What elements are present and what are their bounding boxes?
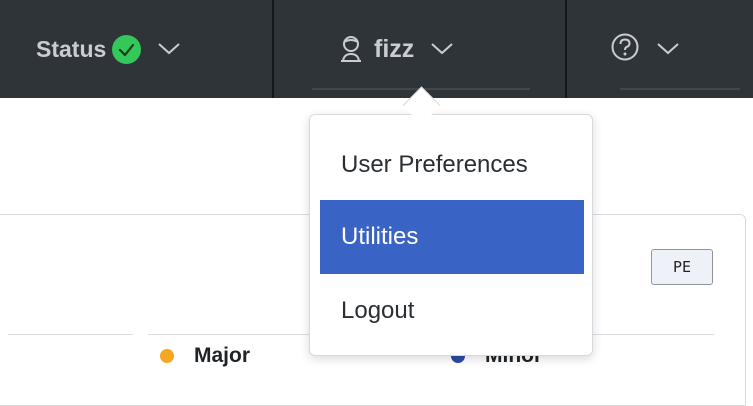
menu-item-utilities[interactable]: Utilities (320, 200, 584, 274)
question-circle-icon (610, 32, 640, 67)
divider (8, 334, 133, 335)
orange-dot-icon (160, 349, 174, 363)
help-menu-underline (620, 88, 740, 90)
user-icon (338, 35, 364, 63)
legend-label: Major (194, 344, 251, 367)
pe-badge: PE (651, 249, 713, 285)
navbar-divider (272, 0, 274, 98)
help-menu[interactable] (610, 22, 680, 76)
user-dropdown-menu: User Preferences Utilities Logout (309, 114, 593, 356)
legend-item-major: Major (160, 344, 250, 368)
user-name: fizz (374, 34, 415, 63)
menu-item-label: Logout (341, 297, 415, 324)
menu-item-user-preferences[interactable]: User Preferences (320, 128, 584, 202)
chevron-down-icon (157, 42, 181, 56)
chevron-down-icon (656, 42, 680, 56)
menu-item-label: User Preferences (341, 151, 528, 178)
menu-item-logout[interactable]: Logout (320, 274, 584, 348)
menu-item-label: Utilities (341, 223, 419, 250)
status-label: Status (36, 35, 107, 62)
user-menu-toggle[interactable]: fizz (338, 22, 454, 76)
check-circle-icon (112, 34, 142, 64)
top-navbar: Status fizz (0, 0, 753, 98)
status-menu[interactable]: Status (36, 22, 181, 76)
navbar-divider (565, 0, 567, 98)
chevron-down-icon (430, 42, 454, 56)
